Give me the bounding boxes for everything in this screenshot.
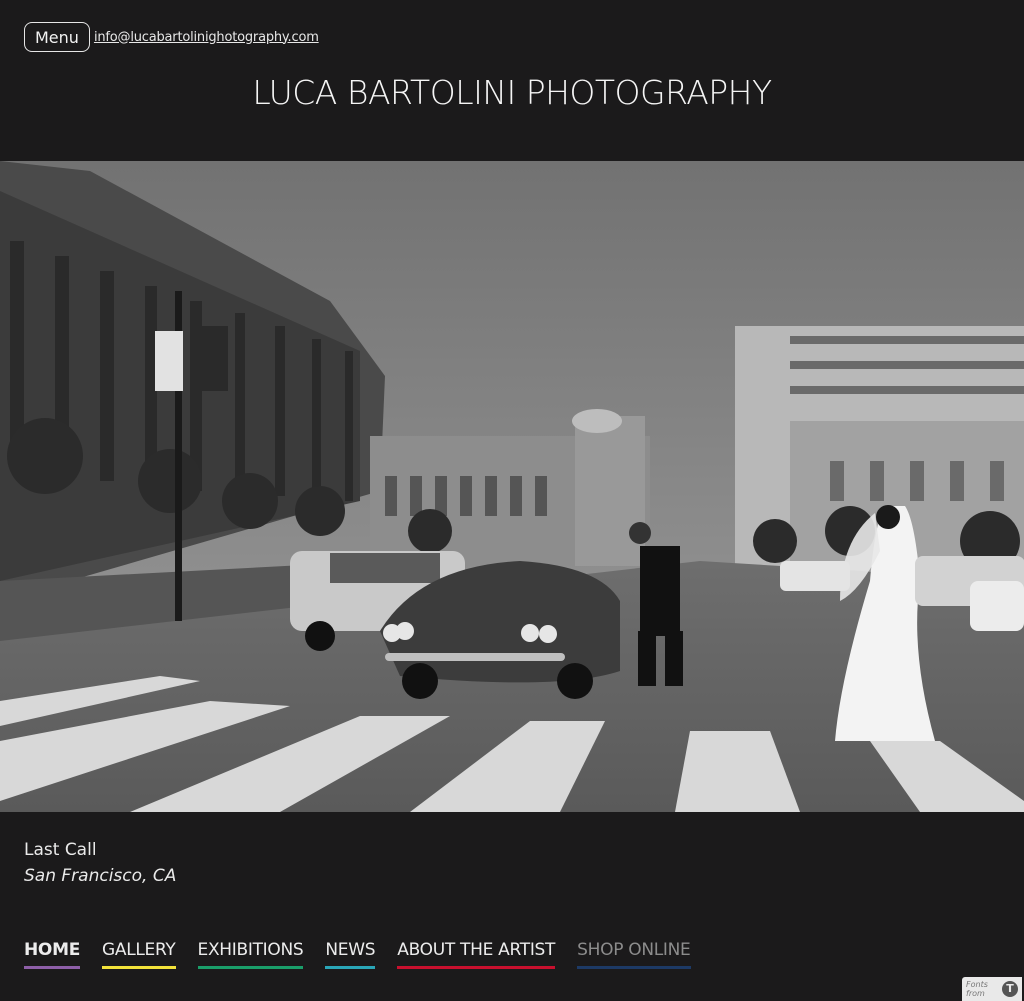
nav-gallery[interactable]: GALLERY [102,940,176,969]
email-link[interactable]: info@lucabartolinighotography.com [94,30,319,45]
typekit-logo-icon: T [1002,981,1018,997]
main-nav: HOME GALLERY EXHIBITIONS NEWS ABOUT THE … [24,940,691,969]
hero-photo [0,161,1024,812]
nav-home[interactable]: HOME [24,940,80,969]
nav-about-the-artist[interactable]: ABOUT THE ARTIST [397,940,555,969]
fonts-from-badge[interactable]: Fonts from T [962,977,1022,1001]
street-wedding-photo [0,161,1024,812]
nav-shop-online[interactable]: SHOP ONLINE [577,940,691,969]
nav-news[interactable]: NEWS [325,940,376,969]
photo-caption: Last Call San Francisco, CA [24,838,176,890]
fonts-from-text: Fonts from [966,980,988,998]
nav-exhibitions[interactable]: EXHIBITIONS [197,940,304,969]
menu-button[interactable]: Menu [24,22,90,52]
photo-title: Last Call [24,840,97,860]
site-title[interactable]: LUCA BARTOLINI PHOTOGRAPHY [0,73,1024,112]
photo-location: San Francisco, CA [24,866,177,886]
top-bar: Menu info@lucabartolinighotography.com [24,22,319,52]
